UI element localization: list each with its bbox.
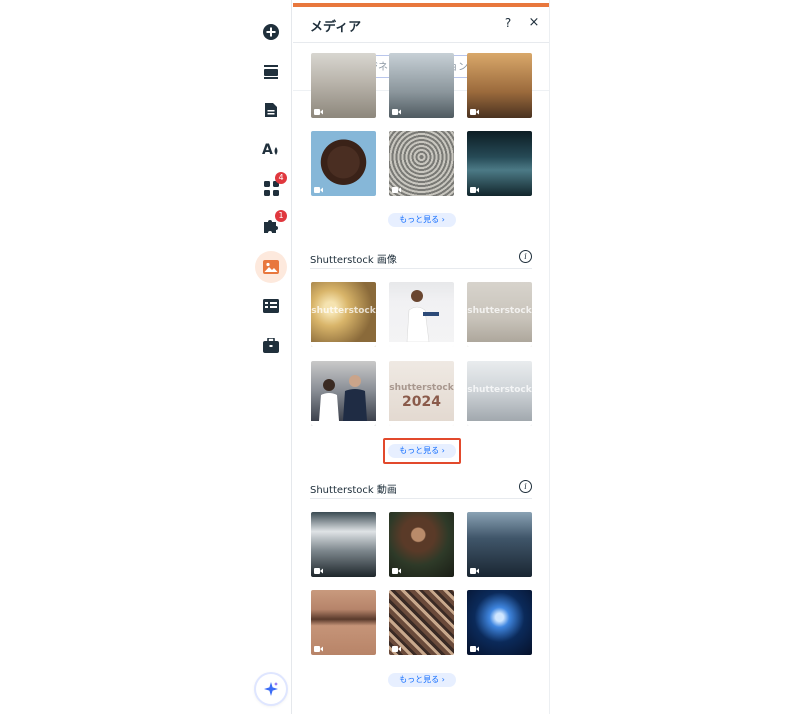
image-thumbnail[interactable]: shutterstock [311,282,376,347]
svg-text:A: A [262,142,273,157]
image-thumbnail[interactable] [311,361,376,426]
section-divider [310,268,532,269]
show-more-button[interactable]: もっと見る › [388,444,456,458]
media-button[interactable] [255,251,287,283]
video-thumbnail[interactable] [389,512,454,577]
video-thumbnail[interactable] [389,131,454,196]
help-button[interactable]: ? [501,16,515,30]
section-divider [310,498,532,499]
info-icon[interactable]: i [519,250,532,263]
ai-assistant-button[interactable] [256,674,286,704]
shutterstock-videos-title: Shutterstock 動画 [310,485,397,496]
show-more-label: もっと見る [399,446,440,455]
panel-header: メディア ? × [293,7,549,43]
image-thumbnail[interactable]: shutterstock [467,361,532,426]
image-caption [467,421,532,426]
video-thumbnail[interactable] [467,131,532,196]
image-thumbnail[interactable]: shutterstock [467,282,532,347]
cms-button[interactable] [255,290,287,322]
sections-button[interactable] [255,56,287,88]
video-thumbnail[interactable] [467,53,532,118]
video-thumbnail[interactable] [311,131,376,196]
watermark-text: shutterstock [467,306,532,316]
video-thumbnail[interactable] [311,512,376,577]
video-camera-icon [392,568,401,574]
media-panel: メディア ? × もっと見る › Shutterstock 画像 i [293,0,550,714]
add-elements-button[interactable] [255,16,287,48]
show-more-label: もっと見る [399,215,440,224]
business-tools-button[interactable] [255,329,287,361]
image-caption [389,342,454,347]
video-camera-icon [314,568,323,574]
show-more-button[interactable]: もっと見る › [388,673,456,687]
video-camera-icon [392,646,401,652]
video-camera-icon [314,109,323,115]
person-figure [406,290,439,343]
plugins-button[interactable]: 1 [255,210,287,242]
apps-badge: 4 [275,172,287,184]
briefcase-icon [263,337,279,353]
image-caption [389,421,454,426]
sparkle-icon [264,682,278,696]
plugins-badge: 1 [275,210,287,222]
video-thumbnail[interactable] [311,590,376,655]
close-button[interactable]: × [527,15,541,30]
theme-icon: A [262,142,278,157]
watermark-text: shutterstock [467,385,532,395]
image-caption [311,342,376,347]
video-thumbnail[interactable] [389,590,454,655]
info-icon[interactable]: i [519,480,532,493]
site-design-button[interactable]: A [255,133,287,165]
apps-grid-icon [263,180,279,196]
table-icon [263,299,279,313]
image-thumbnail[interactable]: shutterstock 2024 [389,361,454,426]
sections-icon [264,65,278,79]
plus-circle-icon [263,24,279,40]
video-camera-icon [470,109,479,115]
video-thumbnail[interactable] [311,53,376,118]
apps-button[interactable]: 4 [255,172,287,204]
video-thumbnail[interactable] [389,53,454,118]
image-icon [263,260,279,274]
editor-left-rail: A 4 1 [250,0,292,714]
watermark-text: shutterstock [389,383,454,393]
people-figure [319,375,367,421]
video-camera-icon [392,187,401,193]
year-text: 2024 [402,394,441,410]
image-caption [311,421,376,426]
video-thumbnail[interactable] [467,512,532,577]
page-icon [265,103,277,117]
video-camera-icon [392,109,401,115]
show-more-label: もっと見る [399,675,440,684]
video-camera-icon [470,187,479,193]
media-scroll-area[interactable]: もっと見る › Shutterstock 画像 i shutterstock s… [293,53,549,714]
show-more-button[interactable]: もっと見る › [388,213,456,227]
image-thumbnail[interactable] [389,282,454,347]
video-camera-icon [314,646,323,652]
video-camera-icon [314,187,323,193]
video-camera-icon [470,646,479,652]
image-caption [467,342,532,347]
panel-title: メディア [310,20,362,35]
video-thumbnail[interactable] [467,590,532,655]
video-camera-icon [470,568,479,574]
shutterstock-images-title: Shutterstock 画像 [310,255,397,266]
pages-button[interactable] [255,94,287,126]
watermark-text: shutterstock [311,306,376,316]
